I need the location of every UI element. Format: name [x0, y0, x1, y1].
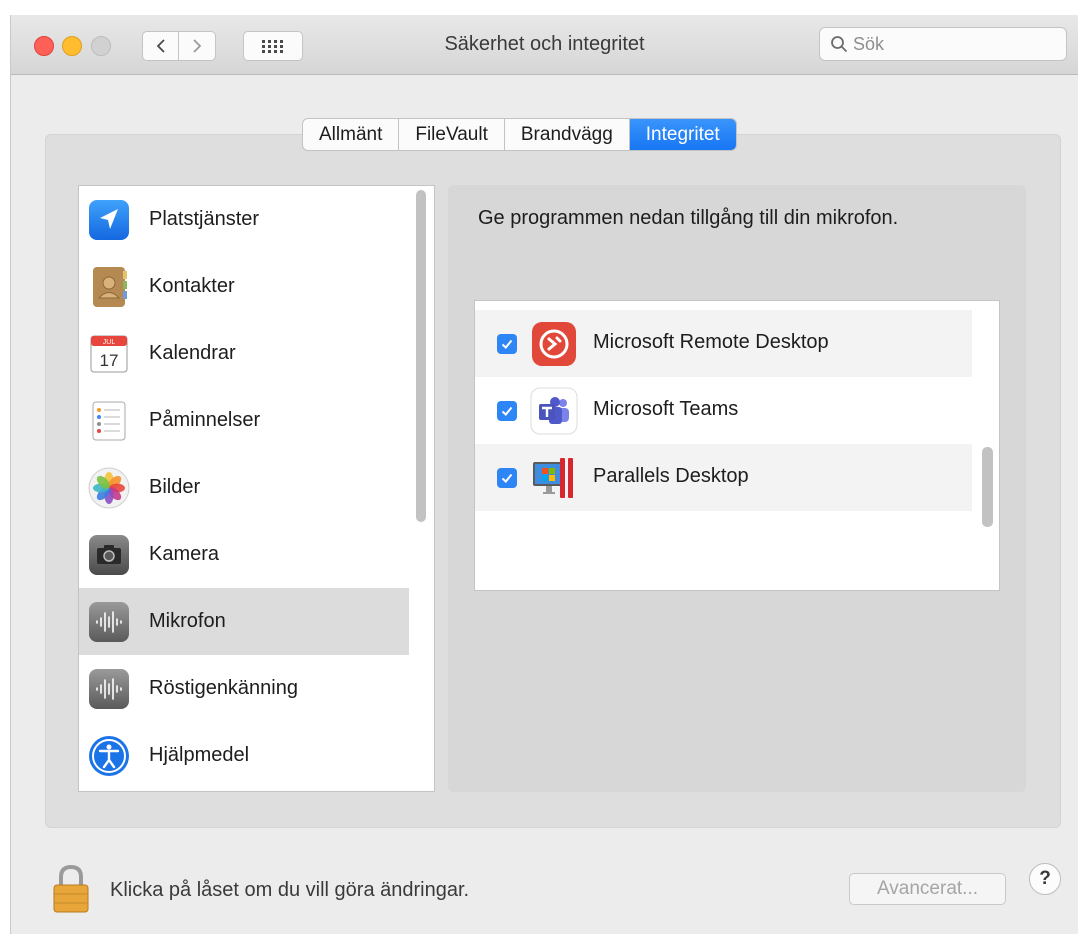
photos-icon [88, 467, 130, 508]
calendar-month-text: JUL [103, 339, 116, 346]
microphone-waveform-icon [89, 601, 129, 642]
sidebar-item-paminnelser[interactable]: Påminnelser [79, 387, 409, 454]
search-icon [831, 36, 848, 53]
tab-bar: Allmänt FileVault Brandvägg Integritet [302, 118, 737, 151]
remote-desktop-icon [532, 322, 576, 366]
checkmark-icon [501, 473, 513, 483]
checkmark-icon [501, 339, 513, 349]
teams-icon [530, 387, 578, 435]
help-button[interactable]: ? [1029, 863, 1061, 895]
sidebar-item-kamera[interactable]: Kamera [79, 521, 409, 588]
sidebar-item-platstjanster[interactable]: Platstjänster [79, 186, 409, 253]
app-list-scrollbar[interactable] [982, 447, 993, 527]
app-row-teams[interactable]: Microsoft Teams [475, 377, 972, 444]
camera-icon [89, 534, 129, 575]
sidebar-item-label: Röstigenkänning [149, 677, 298, 699]
sidebar-item-bilder[interactable]: Bilder [79, 454, 409, 521]
sidebar-item-label: Mikrofon [149, 610, 226, 632]
sidebar-item-label: Påminnelser [149, 409, 261, 431]
sidebar-item-label: Kamera [149, 543, 220, 565]
remote-desktop-checkbox[interactable] [497, 334, 517, 354]
location-arrow-icon [89, 199, 129, 240]
teams-checkbox[interactable] [497, 401, 517, 421]
calendar-icon: JUL 17 [90, 335, 128, 372]
contacts-book-icon [93, 266, 127, 307]
checkmark-icon [501, 406, 513, 416]
preferences-window: Säkerhet och integritet Allmänt FileVaul… [10, 15, 1078, 934]
app-name: Microsoft Teams [593, 398, 739, 420]
lock-icon[interactable] [52, 864, 90, 914]
sidebar-item-rostigenkanning[interactable]: Röstigenkänning [79, 655, 409, 722]
sidebar-item-label: Bilder [149, 476, 201, 498]
sidebar-item-kontakter[interactable]: Kontakter [79, 253, 409, 320]
accessibility-icon [89, 735, 129, 776]
sidebar-item-label: Platstjänster [149, 208, 260, 230]
panel-heading: Ge programmen nedan tillgång till din mi… [478, 207, 899, 229]
speech-waveform-icon [89, 668, 129, 709]
parallels-checkbox[interactable] [497, 468, 517, 488]
advanced-button[interactable]: Avancerat... [849, 873, 1006, 905]
title-bar: Säkerhet och integritet [11, 15, 1078, 75]
sidebar-item-label: Kalendrar [149, 342, 236, 364]
parallels-icon [533, 458, 573, 498]
tab-integritet[interactable]: Integritet [629, 119, 736, 150]
app-row-parallels[interactable]: Parallels Desktop [475, 444, 972, 511]
calendar-day-text: 17 [100, 351, 119, 370]
list-scrollbar[interactable] [416, 190, 426, 522]
search-field[interactable] [819, 27, 1067, 61]
lock-status-text: Klicka på låset om du vill göra ändringa… [110, 879, 470, 901]
app-name: Parallels Desktop [593, 465, 749, 487]
sidebar-item-mikrofon[interactable]: Mikrofon [79, 588, 409, 655]
tab-filevault[interactable]: FileVault [399, 119, 505, 150]
app-name: Microsoft Remote Desktop [593, 331, 829, 353]
app-permission-list[interactable]: Microsoft Remote Desktop Microsoft Teams [474, 300, 1000, 591]
sidebar-item-hjalpmedel[interactable]: Hjälpmedel [79, 722, 409, 789]
sidebar-item-kalendrar[interactable]: JUL 17 Kalendrar [79, 320, 409, 387]
sidebar-item-label: Hjälpmedel [149, 744, 250, 766]
sidebar-item-label: Kontakter [149, 275, 235, 297]
tab-allmant[interactable]: Allmänt [303, 119, 400, 150]
tab-brandvagg[interactable]: Brandvägg [505, 119, 630, 150]
search-input[interactable] [853, 33, 1053, 55]
reminders-icon [92, 401, 126, 440]
privacy-category-list[interactable]: Platstjänster Kontakter JUL 17 Kalendrar [78, 185, 435, 792]
app-row-remote-desktop[interactable]: Microsoft Remote Desktop [475, 310, 972, 377]
